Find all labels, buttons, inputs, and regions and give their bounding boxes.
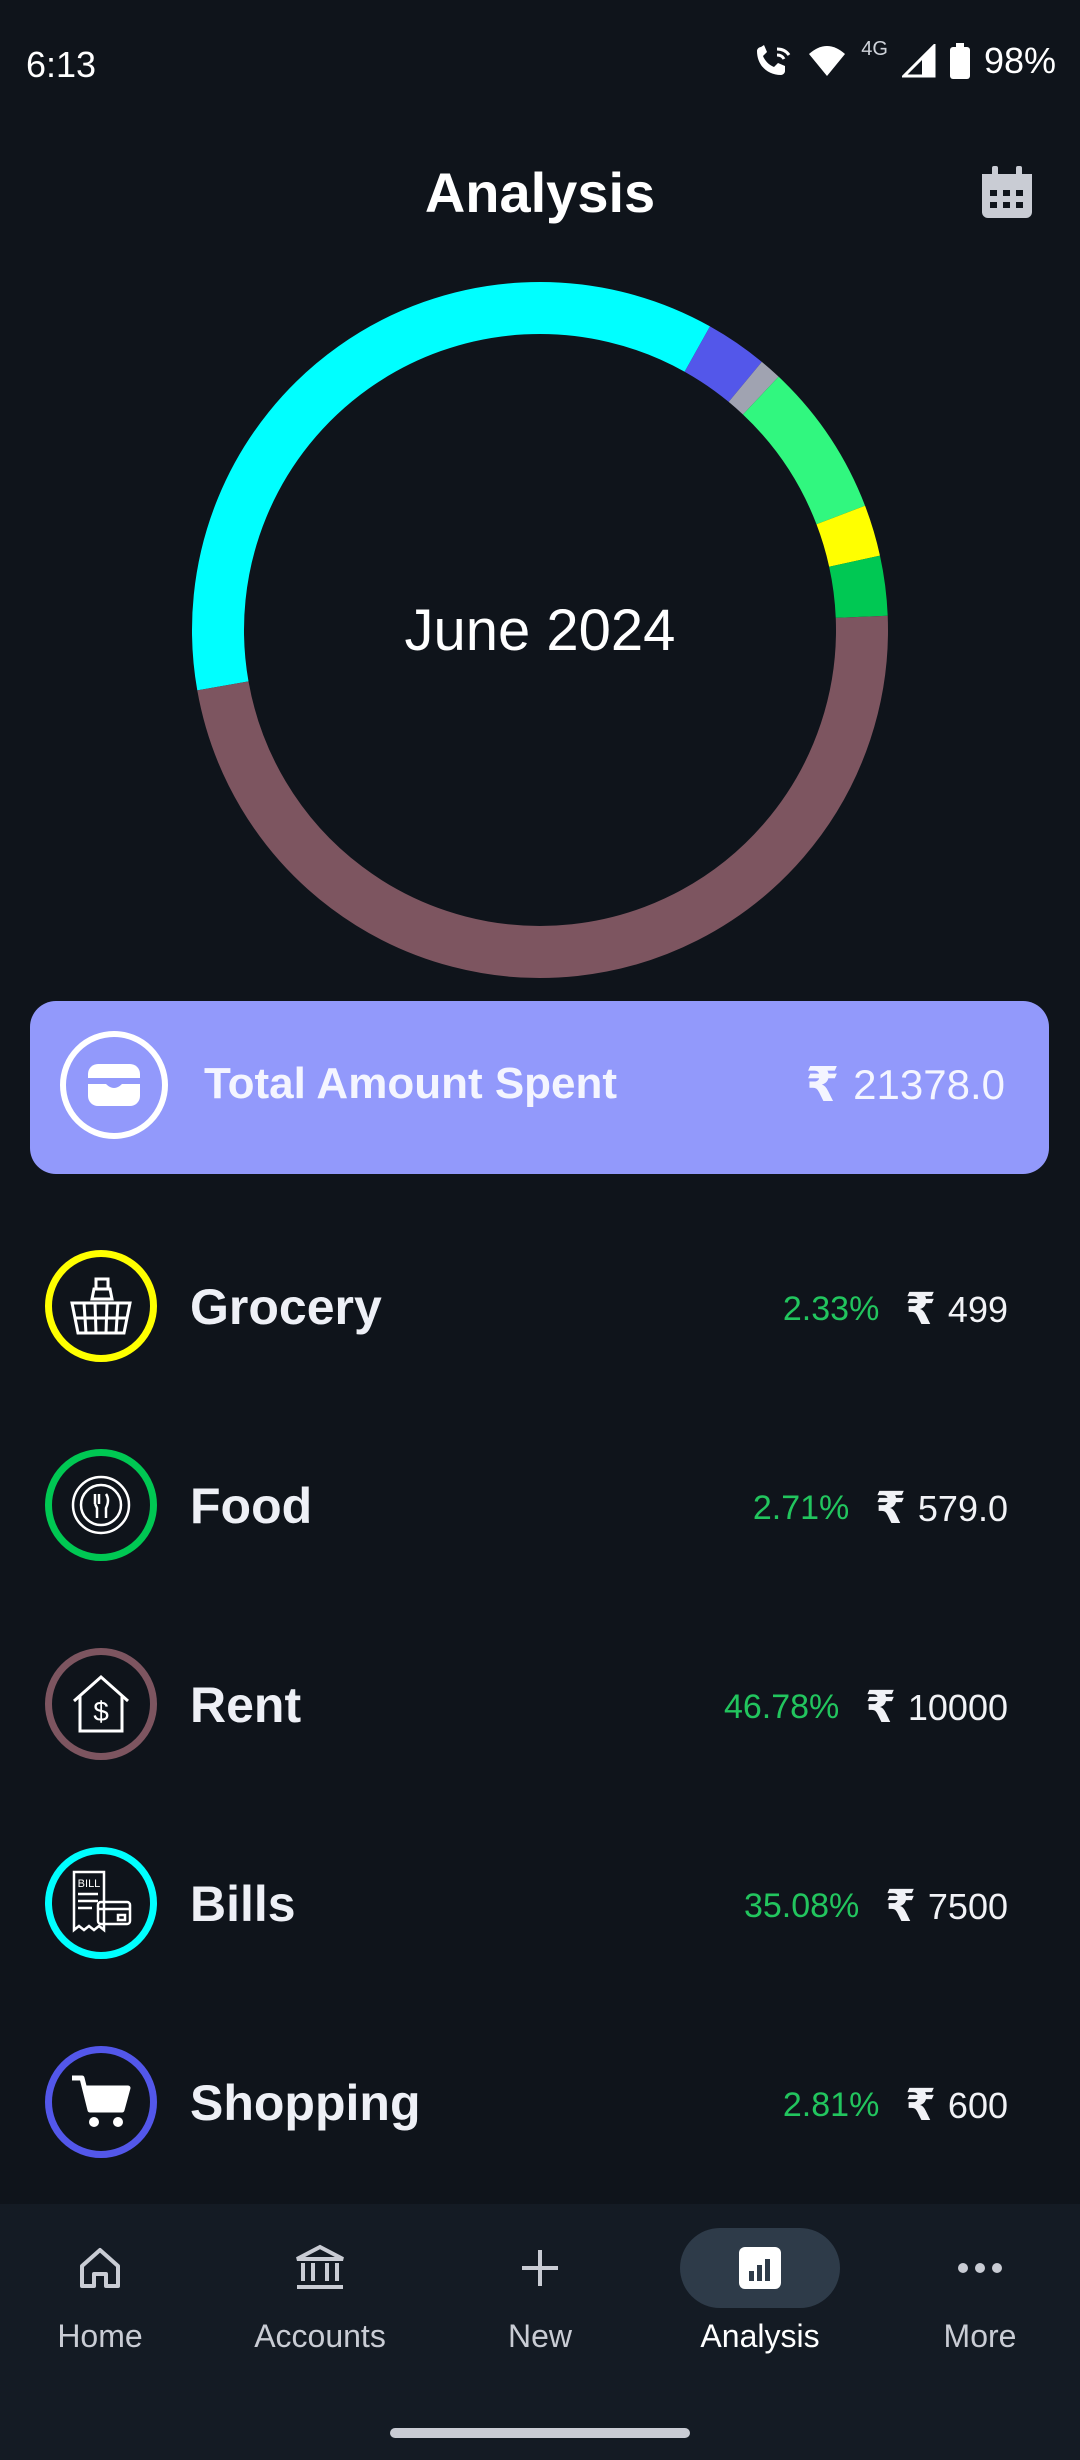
more-icon <box>900 2228 1060 2308</box>
basket-icon <box>45 1250 157 1362</box>
bill-icon: BILL <box>45 1847 157 1959</box>
svg-text:BILL: BILL <box>78 1878 101 1890</box>
category-row-rent[interactable]: $ Rent 46.78% ₹ 10000 <box>0 1648 1080 1778</box>
nav-label: Analysis <box>700 2318 820 2354</box>
chart-month-label: June 2024 <box>404 597 676 663</box>
svg-text:$: $ <box>93 1696 109 1727</box>
nav-analysis[interactable]: Analysis <box>660 2228 860 2355</box>
battery-level: 98% <box>983 40 1056 81</box>
total-label: Total Amount Spent <box>204 1059 618 1108</box>
category-name: Shopping <box>190 2075 421 2131</box>
nav-home[interactable]: Home <box>0 2228 200 2355</box>
category-values: 46.78% ₹ 10000 <box>724 1682 1008 1733</box>
nav-label: Home <box>57 2318 143 2354</box>
spending-donut-chart: June 2024 <box>190 280 890 980</box>
category-name: Rent <box>190 1677 302 1733</box>
rupee-icon: ₹ <box>885 1882 916 1931</box>
rupee-icon: ₹ <box>805 1059 840 1112</box>
category-amount: ₹ 7500 <box>885 1881 1008 1932</box>
category-amount-value: 499 <box>947 1288 1008 1330</box>
home-icon <box>20 2228 180 2308</box>
category-values: 35.08% ₹ 7500 <box>744 1881 1008 1932</box>
network-type: 4G <box>861 37 888 60</box>
status-time: 6:13 <box>26 44 97 85</box>
category-name: Bills <box>190 1876 296 1932</box>
category-row-food[interactable]: Food 2.71% ₹ 579.0 <box>0 1449 1080 1579</box>
category-amount: ₹ 499 <box>905 1284 1008 1335</box>
category-values: 2.71% ₹ 579.0 <box>753 1483 1008 1534</box>
page-title: Analysis <box>424 161 656 224</box>
category-amount: ₹ 579.0 <box>875 1483 1008 1534</box>
category-row-bills[interactable]: BILL Bills 35.08% ₹ 7500 <box>0 1847 1080 1977</box>
house-dollar-icon: $ <box>45 1648 157 1760</box>
category-amount-value: 7500 <box>927 1885 1008 1927</box>
nav-label: More <box>943 2318 1017 2354</box>
status-icons: 4G 98% <box>753 37 1056 82</box>
category-percent: 2.33% <box>782 1290 880 1328</box>
plate-icon <box>45 1449 157 1561</box>
category-values: 2.81% ₹ 600 <box>783 2080 1008 2131</box>
rupee-icon: ₹ <box>875 1484 906 1533</box>
category-row-shopping[interactable]: Shopping 2.81% ₹ 600 <box>0 2046 1080 2176</box>
category-amount-value: 579.0 <box>917 1487 1008 1529</box>
category-values: 2.33% ₹ 499 <box>783 1284 1008 1335</box>
calendar-icon[interactable] <box>980 166 1034 220</box>
cart-icon <box>45 2046 157 2158</box>
nav-label: Accounts <box>254 2318 386 2354</box>
category-amount: ₹ 10000 <box>865 1682 1008 1733</box>
category-amount-value: 600 <box>947 2084 1008 2126</box>
status-bar: 6:13 4G 98% <box>0 0 1080 130</box>
plus-icon <box>460 2228 620 2308</box>
nav-more[interactable]: More <box>880 2228 1080 2355</box>
rupee-icon: ₹ <box>865 1683 896 1732</box>
chart-icon <box>680 2228 840 2308</box>
bank-icon <box>240 2228 400 2308</box>
category-amount-value: 10000 <box>907 1686 1008 1728</box>
category-percent: 46.78% <box>723 1688 840 1726</box>
signal-icon <box>901 44 936 78</box>
nav-new[interactable]: New <box>440 2228 640 2355</box>
nav-label: New <box>507 2318 572 2354</box>
category-amount: ₹ 600 <box>905 2080 1008 2131</box>
wifi-icon <box>809 46 846 76</box>
home-indicator <box>390 2428 690 2438</box>
nav-accounts[interactable]: Accounts <box>220 2228 420 2355</box>
wallet-icon <box>60 1031 168 1139</box>
category-percent: 2.71% <box>752 1489 850 1527</box>
total-spent-card[interactable]: Total Amount Spent ₹ 21378.0 <box>30 1001 1049 1174</box>
rupee-icon: ₹ <box>905 1285 936 1334</box>
category-percent: 35.08% <box>743 1887 860 1925</box>
rupee-icon: ₹ <box>905 2081 936 2130</box>
total-amount-value: 21378.0 <box>853 1061 1005 1108</box>
category-percent: 2.81% <box>782 2086 880 2124</box>
wifi-call-icon <box>757 45 791 75</box>
total-amount: ₹ 21378.0 <box>806 1057 1005 1113</box>
category-row-grocery[interactable]: Grocery 2.33% ₹ 499 <box>0 1250 1080 1380</box>
category-name: Food <box>190 1478 313 1534</box>
category-name: Grocery <box>190 1279 382 1335</box>
bottom-navigation: Home Accounts New Analysis More <box>0 2204 1080 2460</box>
battery-icon <box>949 43 970 79</box>
